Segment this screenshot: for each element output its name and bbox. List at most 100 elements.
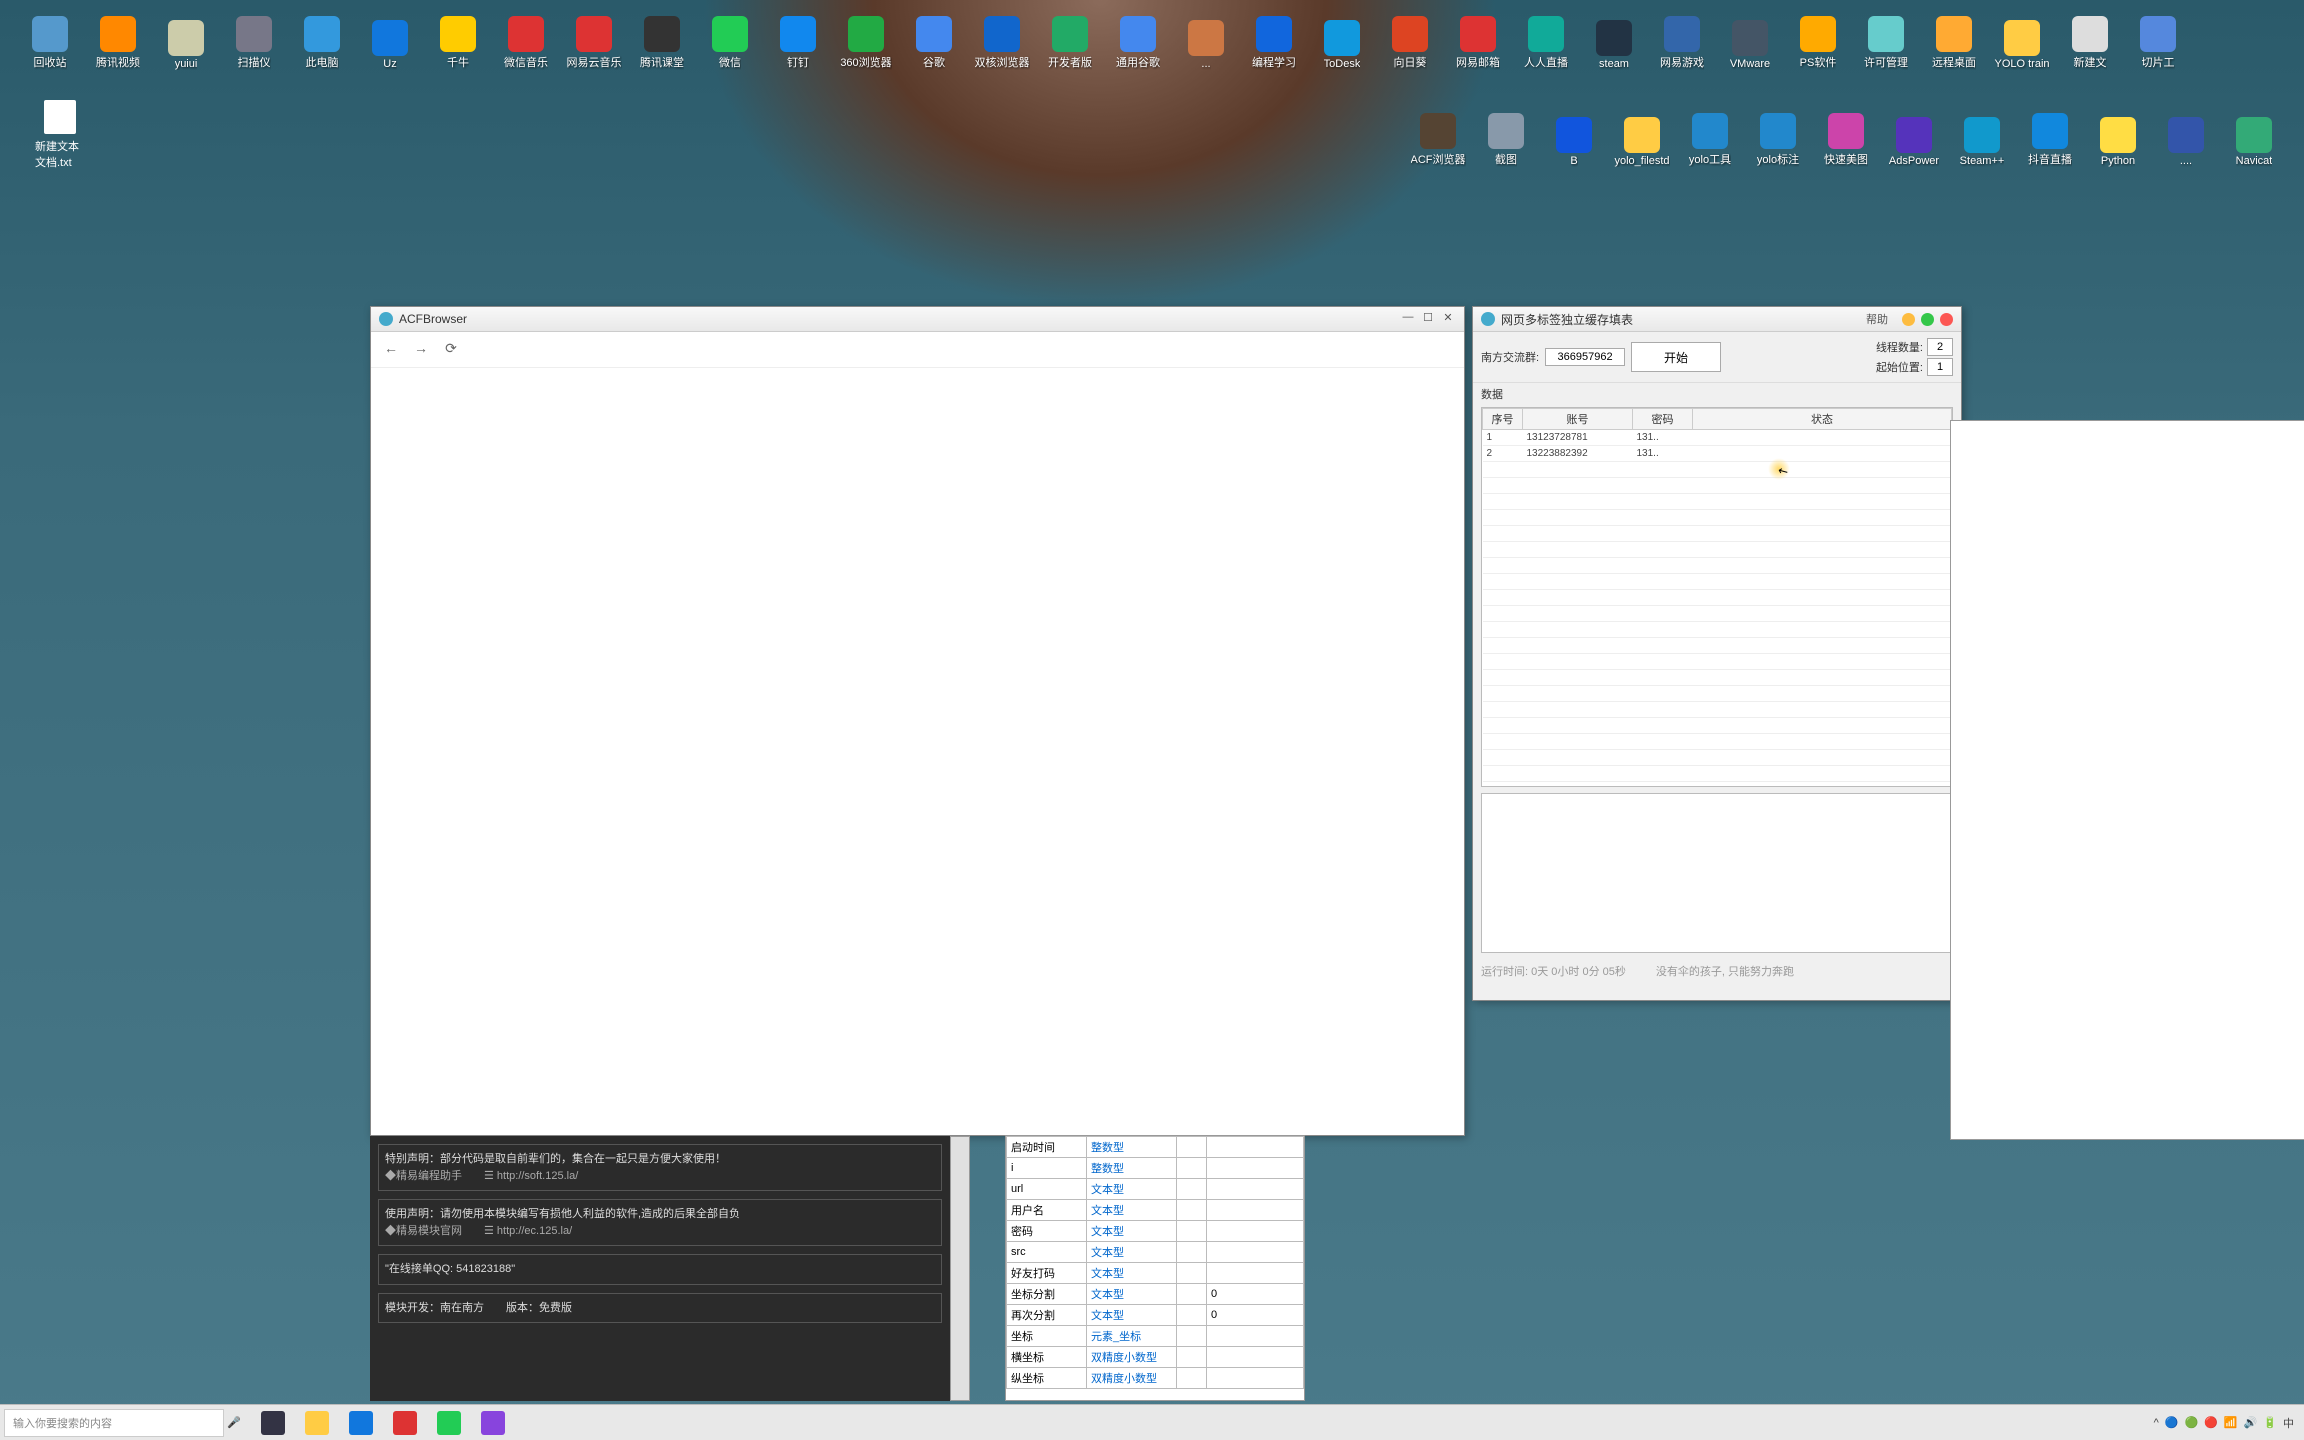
back-button[interactable]: ← [381,340,401,360]
var-row[interactable]: 纵坐标双精度小数型 [1007,1368,1304,1389]
tray-icon[interactable]: 🔵 [2165,1416,2179,1429]
desktop-icon[interactable]: yuiui [156,8,216,70]
desktop-icon[interactable]: 回收站 [20,8,80,70]
taskbar-app[interactable] [252,1406,294,1440]
desktop-icon[interactable]: VMware [1720,8,1780,70]
ide-variable-table[interactable]: 启动时间整数型i整数型url文本型用户名文本型密码文本型src文本型好友打码文本… [1005,1135,1305,1401]
desktop-icon[interactable]: 开发者版 [1040,8,1100,70]
browser-titlebar[interactable]: ACFBrowser — ☐ ✕ [371,307,1464,332]
desktop-icon[interactable]: Python [2088,105,2148,167]
desktop-icon[interactable]: 人人直播 [1516,8,1576,70]
desktop-icon[interactable]: 扫描仪 [224,8,284,70]
tray-icon[interactable]: 🟢 [2184,1416,2198,1429]
desktop-icon[interactable]: 千牛 [428,8,488,70]
desktop-icon[interactable]: 切片工 [2128,8,2188,70]
desktop-icon[interactable]: Steam++ [1952,105,2012,167]
var-row[interactable]: url文本型 [1007,1179,1304,1200]
var-row[interactable]: i整数型 [1007,1158,1304,1179]
desktop-icon[interactable]: 此电脑 [292,8,352,70]
table-header[interactable]: 账号 [1523,409,1633,430]
group-input[interactable] [1545,348,1625,366]
var-row[interactable]: 再次分割文本型0 [1007,1305,1304,1326]
desktop-icon[interactable]: steam [1584,8,1644,70]
var-row[interactable]: 坐标元素_坐标 [1007,1326,1304,1347]
minimize-button[interactable]: — [1400,311,1416,327]
desktop-icon[interactable]: ... [1176,8,1236,70]
desktop-icon[interactable]: 网易邮箱 [1448,8,1508,70]
start-button[interactable]: 开始 [1631,342,1721,372]
desktop-icon[interactable]: 腾讯视频 [88,8,148,70]
desktop-icon[interactable]: 通用谷歌 [1108,8,1168,70]
desktop-icon[interactable]: B [1544,105,1604,167]
var-row[interactable]: 坐标分割文本型0 [1007,1284,1304,1305]
taskbar-app[interactable] [472,1406,514,1440]
table-row[interactable]: 213223882392131.. [1483,446,1952,462]
browser-viewport[interactable] [371,368,1464,1135]
tray-icon[interactable]: 中 [2283,1415,2294,1431]
taskbar-search[interactable]: 输入你要搜索的内容 [4,1409,224,1437]
desktop-icon[interactable]: yolo工具 [1680,105,1740,167]
desktop-icon[interactable]: 微信音乐 [496,8,556,70]
data-log-area[interactable] [1481,793,1953,953]
tray-icon[interactable]: ^ [2154,1417,2159,1429]
ide-scrollbar[interactable] [950,1136,970,1401]
var-row[interactable]: 启动时间整数型 [1007,1137,1304,1158]
help-link[interactable]: 帮助 [1866,311,1888,327]
thread-input[interactable] [1927,338,1953,356]
desktop-icon[interactable]: YOLO train [1992,8,2052,70]
var-row[interactable]: 密码文本型 [1007,1221,1304,1242]
desktop-icon[interactable]: 双核浏览器 [972,8,1032,70]
desktop-icon[interactable]: Navicat [2224,105,2284,167]
taskbar-app[interactable] [428,1406,470,1440]
desktop-icon[interactable]: 网易游戏 [1652,8,1712,70]
taskbar-app[interactable] [296,1406,338,1440]
desktop-icon[interactable]: 编程学习 [1244,8,1304,70]
desktop-icon[interactable]: 抖音直播 [2020,105,2080,167]
desktop-text-file[interactable]: 新建文本文档.txt [35,100,85,170]
close-dot[interactable] [1940,313,1953,326]
var-row[interactable]: 横坐标双精度小数型 [1007,1347,1304,1368]
mic-icon[interactable]: 🎤 [224,1416,244,1429]
desktop-icon[interactable]: ToDesk [1312,8,1372,70]
desktop-icon[interactable]: 远程桌面 [1924,8,1984,70]
reload-button[interactable]: ⟳ [441,340,461,360]
data-table[interactable]: 序号账号密码状态 113123728781131..21322388239213… [1481,407,1953,787]
desktop-icon[interactable]: AdsPower [1884,105,1944,167]
tray-icon[interactable]: 🔋 [2263,1416,2277,1429]
tray-icon[interactable]: 📶 [2224,1416,2238,1429]
table-row[interactable]: 113123728781131.. [1483,430,1952,446]
desktop-icon[interactable]: 谷歌 [904,8,964,70]
desktop-icon[interactable]: 360浏览器 [836,8,896,70]
desktop-icon[interactable]: ACF浏览器 [1408,105,1468,167]
forward-button[interactable]: → [411,340,431,360]
startpos-input[interactable] [1927,358,1953,376]
var-row[interactable]: src文本型 [1007,1242,1304,1263]
table-header[interactable]: 密码 [1633,409,1693,430]
desktop-icon[interactable]: Uz [360,8,420,70]
desktop-icon[interactable]: .... [2156,105,2216,167]
ide-code-panel[interactable]: 特别声明：部分代码是取自前辈们的，集合在一起只是方便大家使用！ ◆精易编程助手 … [370,1136,950,1401]
desktop-icon[interactable]: 钉钉 [768,8,828,70]
maximize-dot[interactable] [1921,313,1934,326]
desktop-icon[interactable]: 快速美图 [1816,105,1876,167]
data-titlebar[interactable]: 网页多标签独立缓存填表 帮助 [1473,307,1961,332]
tray-icon[interactable]: 🔊 [2244,1416,2258,1429]
desktop-icon[interactable]: PS软件 [1788,8,1848,70]
desktop-icon[interactable]: 腾讯课堂 [632,8,692,70]
tray-icon[interactable]: 🔴 [2204,1416,2218,1429]
desktop-icon[interactable]: 许可管理 [1856,8,1916,70]
desktop-icon[interactable]: 截图 [1476,105,1536,167]
desktop-icon[interactable]: 向日葵 [1380,8,1440,70]
close-button[interactable]: ✕ [1440,311,1456,327]
desktop-icon[interactable]: 新建文 [2060,8,2120,70]
var-row[interactable]: 用户名文本型 [1007,1200,1304,1221]
table-header[interactable]: 状态 [1693,409,1952,430]
table-header[interactable]: 序号 [1483,409,1523,430]
var-row[interactable]: 好友打码文本型 [1007,1263,1304,1284]
minimize-dot[interactable] [1902,313,1915,326]
desktop-icon[interactable]: yolo标注 [1748,105,1808,167]
desktop-icon[interactable]: yolo_filestd [1612,105,1672,167]
taskbar-app[interactable] [340,1406,382,1440]
desktop-icon[interactable]: 微信 [700,8,760,70]
taskbar-app[interactable] [384,1406,426,1440]
